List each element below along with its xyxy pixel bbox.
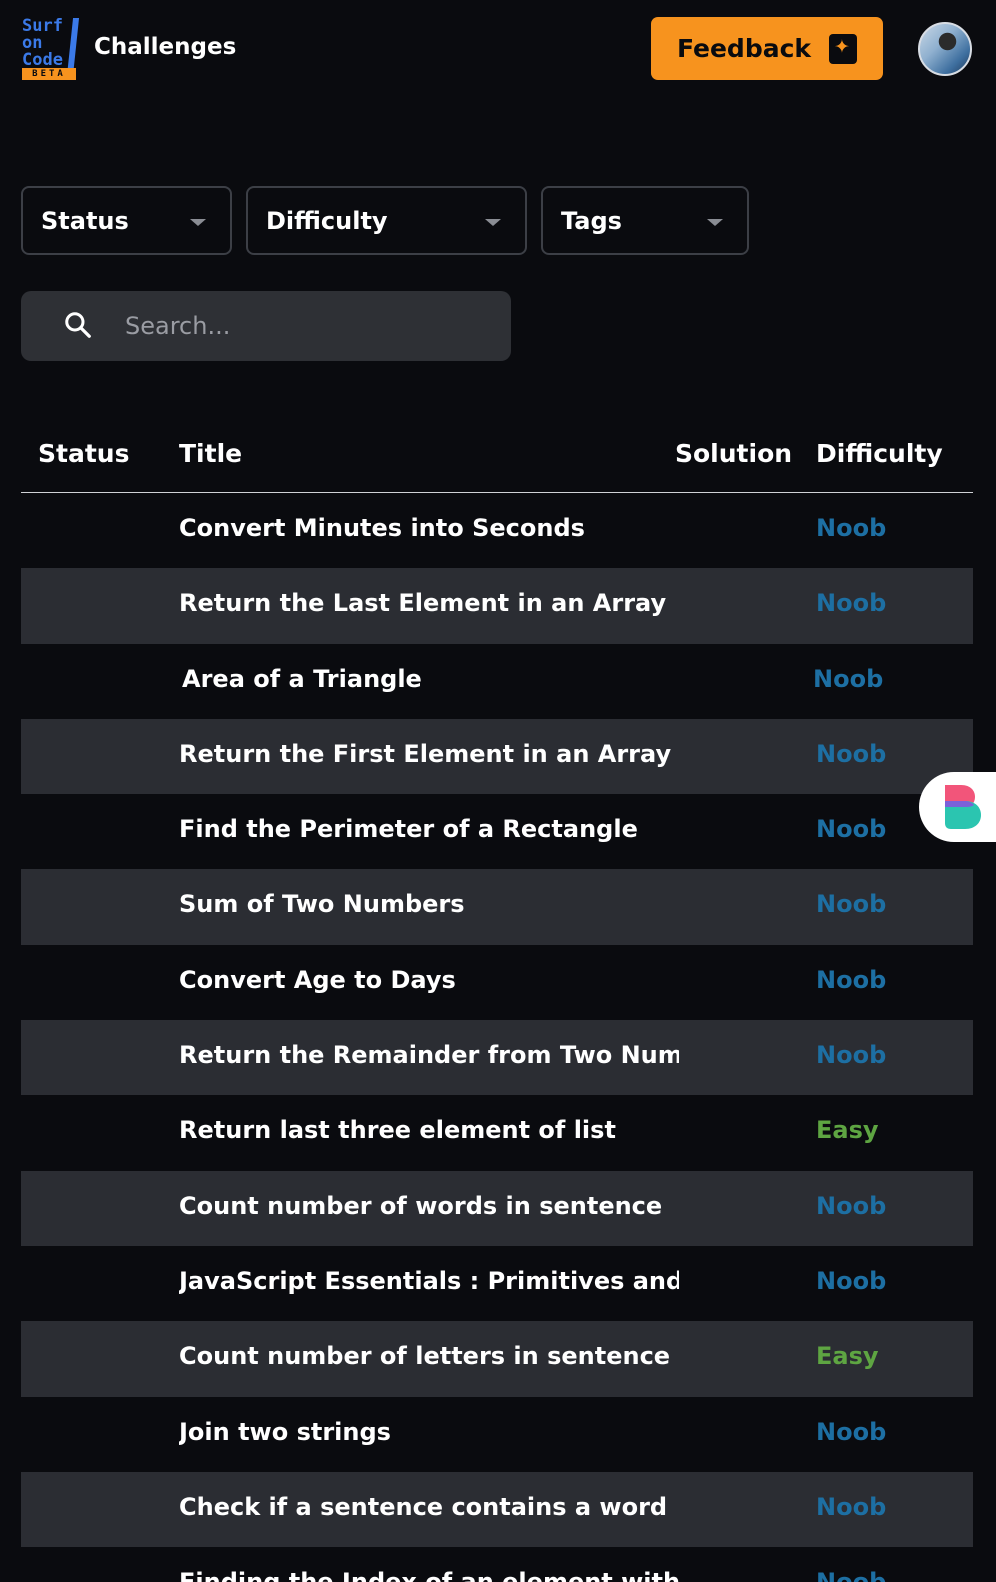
table-row[interactable]: Check if a sentence contains a word Noob [21,1471,973,1548]
side-widget-logo [945,785,981,829]
table-row[interactable]: Return the Last Element in an Array Noob [21,568,973,644]
search-icon [65,312,91,338]
feedback-button[interactable]: Feedback [651,17,883,80]
difficulty-badge: Noob [816,965,887,994]
difficulty-badge: Noob [816,514,887,542]
beta-badge: BETA [22,68,76,80]
difficulty-badge: Noob [816,739,887,768]
table-row[interactable]: Convert Age to Days Noob [21,945,973,1020]
difficulty-badge: Noob [816,589,887,618]
difficulty-badge: Easy [816,1116,879,1145]
page-title[interactable]: Challenges [94,34,236,60]
table-row[interactable]: Count number of letters in sentence wi Ea… [21,1321,973,1397]
difficulty-badge: Easy [816,1342,879,1371]
challenge-title-link[interactable]: Area of a Triangle [182,665,682,693]
difficulty-filter-label: Difficulty [266,206,388,235]
challenge-title-link[interactable]: Count number of letters in sentence wi [179,1342,679,1370]
challenge-title-link[interactable]: Join two strings [179,1418,679,1446]
tags-filter-label: Tags [561,206,622,235]
logo-line-3: Code [22,50,63,70]
chevron-down-icon [485,219,501,226]
table-row[interactable]: Count number of words in sentence Noob [21,1170,973,1246]
difficulty-badge: Noob [816,1417,887,1446]
search-box [21,291,511,361]
challenge-title-link[interactable]: Return last three element of list [179,1116,679,1144]
table-row[interactable]: Join two strings Noob [21,1397,973,1472]
logo-text: Surf on Code [22,18,63,69]
column-difficulty[interactable]: Difficulty [816,439,943,468]
search-input[interactable] [125,291,495,361]
challenge-title-link[interactable]: Return the Remainder from Two Numb [179,1041,679,1069]
difficulty-badge: Noob [816,1568,886,1582]
table-row[interactable]: Finding the Index of an element within No… [21,1547,973,1582]
challenge-title-link[interactable]: Convert Minutes into Seconds [179,514,679,542]
difficulty-badge: Noob [816,1266,887,1295]
challenge-title-link[interactable]: Convert Age to Days [179,966,679,994]
table-row[interactable]: Find the Perimeter of a Rectangle Noob [21,794,973,869]
status-filter-label: Status [41,206,129,235]
chevron-down-icon [190,219,206,226]
difficulty-filter[interactable]: Difficulty [246,186,527,255]
difficulty-badge: Noob [816,1041,887,1070]
column-title[interactable]: Title [179,439,242,468]
challenge-title-link[interactable]: Count number of words in sentence [179,1192,679,1220]
column-solution[interactable]: Solution [675,439,792,468]
difficulty-badge: Noob [816,1191,887,1220]
table-row[interactable]: Convert Minutes into Seconds Noob [21,493,973,568]
challenge-title-link[interactable]: Finding the Index of an element within [179,1568,679,1582]
challenge-title-link[interactable]: Sum of Two Numbers [179,890,679,918]
side-widget[interactable] [919,772,996,842]
challenge-title-link[interactable]: JavaScript Essentials : Primitives and O [179,1267,679,1295]
challenge-title-link[interactable]: Check if a sentence contains a word [179,1493,679,1521]
status-filter[interactable]: Status [21,186,232,255]
page: Surf on Code BETA Challenges Feedback St… [0,0,996,1582]
column-status[interactable]: Status [38,439,129,468]
difficulty-badge: Noob [816,815,887,844]
table-row[interactable]: JavaScript Essentials : Primitives and O… [21,1246,973,1321]
avatar[interactable] [918,22,972,76]
table-body: Convert Minutes into Seconds Noob Return t… [21,493,973,1582]
challenge-title-link[interactable]: Find the Perimeter of a Rectangle [179,815,679,843]
table-row[interactable]: Area of a Triangle Noob [21,644,973,719]
table-row[interactable]: Return last three element of list Easy [21,1095,973,1170]
header: Surf on Code BETA Challenges Feedback [0,0,996,100]
difficulty-badge: Noob [813,664,884,693]
table-row[interactable]: Return the First Element in an Array Noob [21,718,973,795]
challenges-table: Status Title Solution Difficulty Convert… [21,415,973,1582]
logo[interactable]: Surf on Code BETA [20,18,80,82]
difficulty-badge: Noob [816,1492,887,1521]
table-row[interactable]: Return the Remainder from Two Numb Noob [21,1020,973,1096]
challenge-title-link[interactable]: Return the Last Element in an Array [179,589,679,617]
tags-filter[interactable]: Tags [541,186,749,255]
table-row[interactable]: Sum of Two Numbers Noob [21,869,973,945]
chevron-down-icon [707,219,723,226]
table-header: Status Title Solution Difficulty [21,415,973,493]
difficulty-badge: Noob [816,890,887,919]
challenge-title-link[interactable]: Return the First Element in an Array [179,740,679,768]
feedback-label: Feedback [676,34,812,63]
feedback-icon [829,33,858,64]
